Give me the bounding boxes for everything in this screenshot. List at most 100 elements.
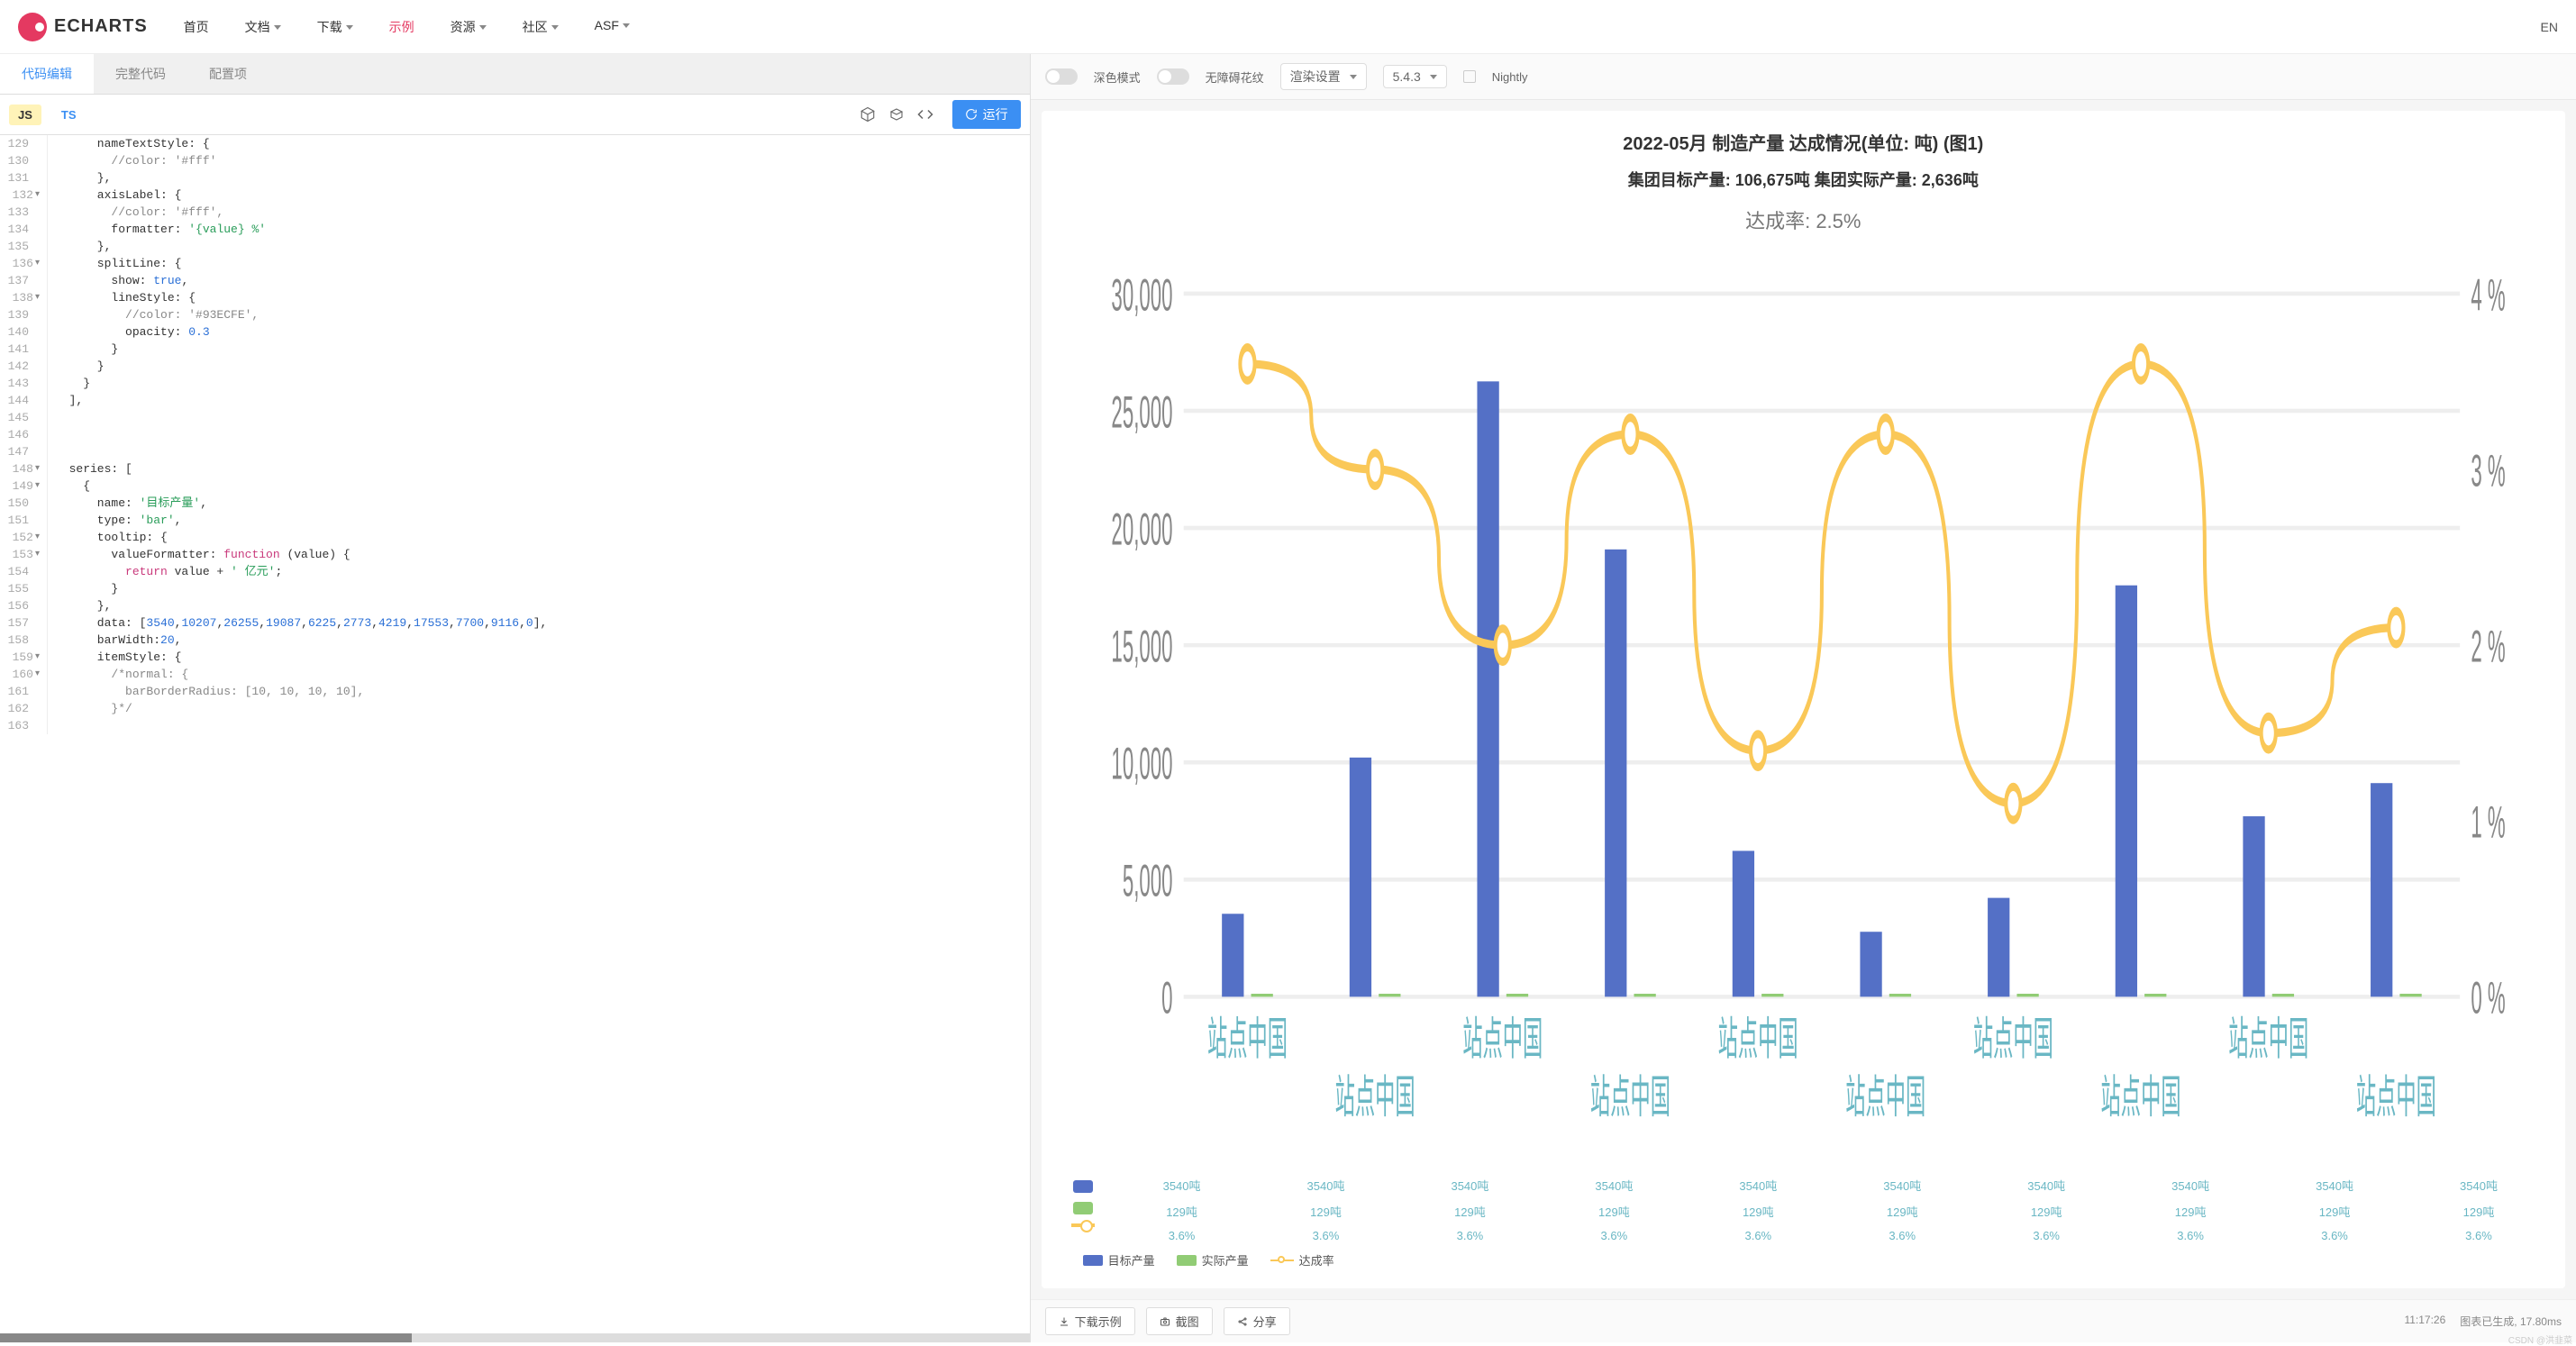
series-legend-item[interactable]: 实际产量 (1177, 1251, 1249, 1269)
svg-text:站点中国: 站点中国 (1717, 1015, 1798, 1066)
share-button[interactable]: 分享 (1224, 1307, 1290, 1335)
legend-cell: 3.6% (2262, 1229, 2407, 1242)
chart-title: 2022-05月 制造产量 达成情况(单位: 吨) (图1) (1056, 129, 2551, 155)
legend-cell: 3.6% (1254, 1229, 1398, 1242)
chevron-down-icon (346, 25, 353, 30)
legend-cell: 129吨 (2262, 1203, 2407, 1220)
svg-text:15,000: 15,000 (1111, 623, 1172, 673)
legend-line-icon (1071, 1223, 1095, 1227)
preview-toolbar: 深色模式 无障碍花纹 渲染设置 5.4.3 Nightly (1031, 54, 2576, 100)
svg-text:站点中国: 站点中国 (1334, 1073, 1415, 1123)
editor-toolbar: JS TS 运行 (0, 95, 1030, 135)
legend-bar1-icon (1073, 1180, 1093, 1193)
legend-cell: 129吨 (2407, 1203, 2551, 1220)
status-text: 图表已生成, 17.80ms (2460, 1314, 2562, 1329)
a11y-toggle[interactable] (1157, 68, 1189, 85)
lang-js-button[interactable]: JS (9, 105, 41, 125)
svg-text:25,000: 25,000 (1111, 387, 1172, 438)
nightly-checkbox[interactable] (1463, 70, 1476, 83)
legend-cell: 129吨 (1974, 1203, 2118, 1220)
legend-data-table: 3540吨3540吨3540吨3540吨3540吨3540吨3540吨3540吨… (1056, 1177, 2551, 1242)
legend-cell: 129吨 (1830, 1203, 1974, 1220)
legend-cell: 3540吨 (1542, 1177, 1686, 1194)
legend-line-icon (1270, 1260, 1294, 1261)
legend-cell: 129吨 (1110, 1203, 1254, 1220)
version-select[interactable]: 5.4.3 (1383, 65, 1447, 88)
chevron-down-icon (1350, 75, 1357, 79)
legend-cell: 3.6% (1686, 1229, 1830, 1242)
status-time: 11:17:26 (2404, 1314, 2445, 1329)
svg-text:站点中国: 站点中国 (1462, 1015, 1543, 1066)
box-icon[interactable] (887, 105, 906, 123)
left-tabs: 代码编辑完整代码配置项 (0, 54, 1030, 95)
run-button[interactable]: 运行 (952, 100, 1021, 129)
svg-text:站点中国: 站点中国 (1972, 1015, 2053, 1066)
nav-item-3[interactable]: 示例 (389, 2, 414, 52)
svg-text:站点中国: 站点中国 (1590, 1073, 1670, 1123)
legend-cell: 3540吨 (1830, 1177, 1974, 1194)
legend-cell: 3540吨 (2262, 1177, 2407, 1194)
legend-cell: 129吨 (1254, 1203, 1398, 1220)
nav-item-6[interactable]: ASF (595, 2, 630, 52)
series-legend-item[interactable]: 目标产量 (1083, 1251, 1155, 1269)
code-icon[interactable] (916, 105, 934, 123)
svg-text:0: 0 (1161, 974, 1172, 1024)
language-switch[interactable]: EN (2541, 20, 2558, 34)
logo-text: ECHARTS (54, 16, 148, 37)
legend-cell: 3540吨 (1974, 1177, 2118, 1194)
left-tab-0[interactable]: 代码编辑 (0, 54, 94, 94)
logo[interactable]: ECHARTS (18, 13, 148, 41)
nightly-label: Nightly (1492, 70, 1528, 84)
horizontal-scrollbar[interactable] (0, 1333, 1030, 1342)
legend-cell: 3540吨 (1110, 1177, 1254, 1194)
chevron-down-icon (1430, 75, 1437, 79)
series-legend: 目标产量 实际产量 达成率 (1056, 1242, 2551, 1278)
download-icon (1059, 1316, 1070, 1327)
legend-cell: 3540吨 (2118, 1177, 2262, 1194)
series-legend-item[interactable]: 达成率 (1270, 1251, 1334, 1269)
svg-text:1 %: 1 % (2471, 798, 2505, 849)
bottom-action-bar: 下载示例 截图 分享 11:17:26 图表已生成, 17.80ms CSDN … (1031, 1299, 2576, 1342)
code-editor[interactable]: 129130131132▾133134135136▾137138▾1391401… (0, 135, 1030, 1333)
legend-cell: 3.6% (2118, 1229, 2262, 1242)
chart-rate: 达成率: 2.5% (1056, 205, 2551, 234)
a11y-label: 无障碍花纹 (1206, 68, 1264, 86)
legend-cell: 129吨 (2118, 1203, 2262, 1220)
svg-text:4 %: 4 % (2471, 270, 2505, 321)
nav-item-2[interactable]: 下载 (317, 2, 353, 52)
nav-item-0[interactable]: 首页 (184, 2, 209, 52)
chart-subtitle: 集团目标产量: 106,675吨 集团实际产量: 2,636吨 (1056, 168, 2551, 191)
render-settings-select[interactable]: 渲染设置 (1280, 63, 1367, 90)
download-button[interactable]: 下载示例 (1045, 1307, 1135, 1335)
left-tab-1[interactable]: 完整代码 (94, 54, 187, 94)
left-tab-2[interactable]: 配置项 (187, 54, 269, 94)
logo-icon (18, 13, 47, 41)
cube-icon[interactable] (859, 105, 877, 123)
camera-icon (1160, 1316, 1170, 1327)
left-panel: 代码编辑完整代码配置项 JS TS 运行 129130131132▾133134… (0, 54, 1031, 1342)
legend-cell: 3.6% (1110, 1229, 1254, 1242)
nav-item-1[interactable]: 文档 (245, 2, 281, 52)
svg-text:20,000: 20,000 (1111, 505, 1172, 555)
nav-item-5[interactable]: 社区 (523, 2, 559, 52)
lang-ts-button[interactable]: TS (52, 105, 86, 125)
legend-cell: 3.6% (1830, 1229, 1974, 1242)
nav-item-4[interactable]: 资源 (451, 2, 487, 52)
dark-mode-label: 深色模式 (1094, 68, 1141, 86)
legend-cell: 3540吨 (2407, 1177, 2551, 1194)
screenshot-button[interactable]: 截图 (1146, 1307, 1213, 1335)
chevron-down-icon (551, 25, 559, 30)
svg-text:2 %: 2 % (2471, 623, 2505, 673)
chevron-down-icon (274, 25, 281, 30)
refresh-icon (965, 108, 978, 121)
legend-cell: 3.6% (1397, 1229, 1542, 1242)
svg-text:10,000: 10,000 (1111, 740, 1172, 790)
legend-cell: 3540吨 (1254, 1177, 1398, 1194)
legend-cell: 3.6% (1542, 1229, 1686, 1242)
chevron-down-icon (623, 23, 630, 28)
legend-swatch-icon (1083, 1255, 1103, 1266)
dark-mode-toggle[interactable] (1045, 68, 1078, 85)
run-label: 运行 (983, 105, 1008, 123)
chevron-down-icon (479, 25, 487, 30)
svg-text:0 %: 0 % (2471, 974, 2505, 1024)
